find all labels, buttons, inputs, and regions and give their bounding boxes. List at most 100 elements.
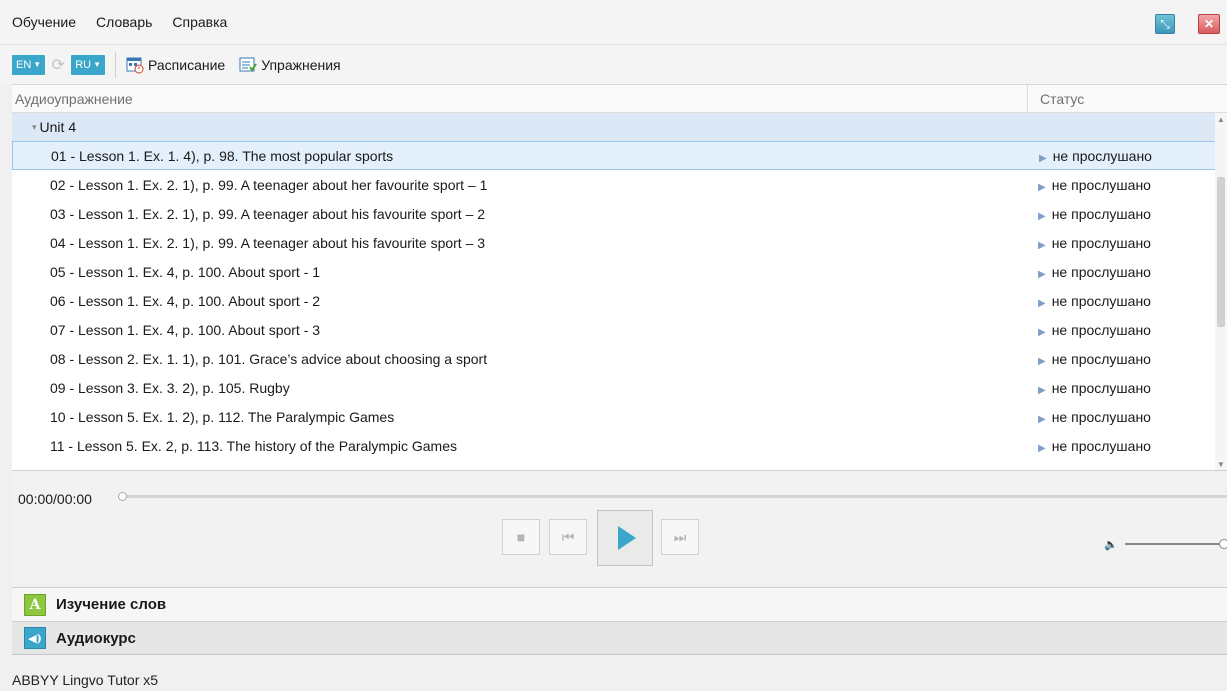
table-row[interactable]: 05 - Lesson 1. Ex. 4, p. 100. About spor… (12, 257, 1227, 286)
exercises-button[interactable]: Упражнения (239, 56, 341, 74)
scroll-up-icon[interactable]: ▲ (1217, 115, 1225, 124)
volume-icon: 🔈 (1104, 539, 1118, 551)
toolbar: EN ▼ ⟳ RU ▼ Расписание Упражнения (0, 44, 1227, 84)
table-row[interactable]: 08 - Lesson 2. Ex. 1. 1), p. 101. Grace’… (12, 344, 1227, 373)
play-icon[interactable]: ▶ (1038, 356, 1046, 367)
exercise-status: ▶ не прослушано (1029, 148, 1226, 164)
play-icon[interactable]: ▶ (1039, 153, 1047, 164)
schedule-label: Расписание (148, 56, 226, 73)
column-header-status[interactable]: Статус (1028, 85, 1227, 112)
audio-course-label: Аудиокурс (56, 629, 136, 647)
restore-icon: ⤡ (1160, 16, 1170, 31)
exercise-status: ▶ не прослушано (1028, 322, 1227, 338)
play-icon[interactable]: ▶ (1038, 414, 1046, 425)
seek-bar[interactable] (118, 492, 1227, 501)
chevron-down-icon: ▼ (93, 60, 102, 69)
status-label: не прослушано (1051, 205, 1151, 222)
target-language-button[interactable]: RU ▼ (71, 54, 106, 75)
chevron-down-icon[interactable]: ▾ (32, 122, 37, 133)
status-label: не прослушано (1051, 321, 1151, 338)
calendar-icon (126, 57, 144, 73)
exercise-name: 11 - Lesson 5. Ex. 2, p. 113. The histor… (50, 437, 457, 454)
status-label: не прослушано (1051, 234, 1151, 251)
column-header-exercise[interactable]: Аудиоупражнение (12, 85, 1028, 112)
words-learning-panel[interactable]: A Изучение слов (12, 587, 1227, 621)
skip-forward-icon: ⏭ (673, 528, 687, 545)
table-header: Аудиоупражнение Статус (12, 85, 1227, 113)
status-label: не прослушано (1052, 147, 1152, 164)
audio-course-panel[interactable]: ◀) Аудиокурс (12, 621, 1227, 655)
chevron-down-icon: ▼ (33, 60, 42, 69)
table-row[interactable]: 06 - Lesson 1. Ex. 4, p. 100. About spor… (12, 286, 1227, 315)
menu-bar: Обучение Словарь Справка ⤡ ✕ (0, 0, 1227, 44)
toolbar-divider (115, 51, 117, 78)
menu-help[interactable]: Справка (172, 14, 227, 30)
scroll-down-icon[interactable]: ▼ (1217, 460, 1225, 469)
menu-dictionary[interactable]: Словарь (96, 14, 152, 30)
play-icon[interactable]: ▶ (1038, 298, 1046, 309)
play-icon[interactable]: ▶ (1038, 327, 1046, 338)
time-display: 00:00/00:00 (18, 491, 92, 507)
restore-window-button[interactable]: ⤡ (1155, 14, 1175, 34)
volume-slider[interactable] (1125, 539, 1227, 549)
status-label: не прослушано (1051, 408, 1151, 425)
table-row[interactable]: 12 - Lesson 5. Ex. 3. 1), p. 113. The Pa… (12, 460, 1227, 471)
source-language-label: EN (16, 58, 32, 71)
audio-player: 00:00/00:00 ■ ⏮ ⏭ 🔈 (12, 470, 1227, 584)
close-window-button[interactable]: ✕ (1198, 14, 1220, 34)
stop-icon: ■ (516, 529, 526, 545)
volume-handle[interactable] (1219, 539, 1227, 549)
status-label: не прослушано (1051, 263, 1151, 280)
source-language-button[interactable]: EN ▼ (12, 54, 46, 75)
play-icon[interactable]: ▶ (1038, 443, 1046, 454)
play-icon[interactable]: ▶ (1038, 269, 1046, 280)
stop-button[interactable]: ■ (502, 519, 540, 555)
table-rows: 01 - Lesson 1. Ex. 1. 4), p. 98. The mos… (12, 141, 1227, 470)
exercises-icon (239, 57, 258, 72)
exercise-status: ▶ не прослушано (1028, 235, 1227, 251)
exercise-name: 02 - Lesson 1. Ex. 2. 1), p. 99. A teena… (50, 176, 488, 193)
group-row-unit[interactable]: ▾ Unit 4 (12, 113, 1227, 141)
exercise-status: ▶ не прослушано (1028, 438, 1227, 454)
table-row[interactable]: 07 - Lesson 1. Ex. 4, p. 100. About spor… (12, 315, 1227, 344)
exercise-status: ▶ не прослушано (1028, 206, 1227, 222)
play-icon[interactable]: ▶ (1038, 385, 1046, 396)
table-row[interactable]: 02 - Lesson 1. Ex. 2. 1), p. 99. A teena… (12, 170, 1227, 199)
exercise-name: 09 - Lesson 3. Ex. 3. 2), p. 105. Rugby (50, 379, 290, 396)
exercise-name: 07 - Lesson 1. Ex. 4, p. 100. About spor… (50, 321, 321, 338)
exercise-status: ▶ не прослушано (1028, 293, 1227, 309)
play-icon[interactable]: ▶ (1038, 240, 1046, 251)
letter-a-icon: A (24, 593, 46, 616)
table-row[interactable]: 09 - Lesson 3. Ex. 3. 2), p. 105. Rugby ▶… (12, 373, 1227, 402)
seek-handle[interactable] (118, 492, 127, 501)
audio-exercises-table: Аудиоупражнение Статус ▾ Unit 4 01 - Les… (12, 84, 1227, 470)
status-bar: ABBYY Lingvo Tutor x5 (12, 672, 159, 688)
table-row[interactable]: 11 - Lesson 5. Ex. 2, p. 113. The histor… (12, 431, 1227, 460)
exercise-name: 06 - Lesson 1. Ex. 4, p. 100. About spor… (50, 292, 321, 309)
play-icon[interactable]: ▶ (1038, 182, 1046, 193)
next-button[interactable]: ⏭ (661, 519, 699, 555)
swap-languages-icon[interactable]: ⟳ (47, 55, 69, 75)
previous-button[interactable]: ⏮ (549, 519, 587, 555)
table-row[interactable]: 10 - Lesson 5. Ex. 1. 2), p. 112. The Pa… (12, 402, 1227, 431)
vertical-scrollbar[interactable]: ▲ ▼ (1215, 113, 1227, 470)
speaker-icon: ◀) (24, 627, 46, 649)
exercise-status: ▶ не прослушано (1028, 380, 1227, 396)
schedule-button[interactable]: Расписание (126, 56, 225, 74)
play-button[interactable] (597, 510, 653, 566)
menu-learning[interactable]: Обучение (12, 14, 76, 30)
exercise-name: 08 - Lesson 2. Ex. 1. 1), p. 101. Grace’… (50, 350, 488, 367)
status-label: не прослушано (1051, 379, 1151, 396)
status-label: не прослушано (1051, 176, 1151, 193)
exercise-name: 05 - Lesson 1. Ex. 4, p. 100. About spor… (50, 263, 321, 280)
target-language-label: RU (75, 58, 92, 71)
status-label: не прослушано (1051, 292, 1151, 309)
exercise-name: 10 - Lesson 5. Ex. 1. 2), p. 112. The Pa… (50, 408, 395, 425)
exercise-status: ▶ не прослушано (1028, 264, 1227, 280)
play-icon[interactable]: ▶ (1038, 211, 1046, 222)
scrollbar-thumb[interactable] (1217, 177, 1225, 327)
exercise-status: ▶ не прослушано (1028, 177, 1227, 193)
table-row[interactable]: 03 - Lesson 1. Ex. 2. 1), p. 99. A teena… (12, 199, 1227, 228)
table-row[interactable]: 04 - Lesson 1. Ex. 2. 1), p. 99. A teena… (12, 228, 1227, 257)
table-row[interactable]: 01 - Lesson 1. Ex. 1. 4), p. 98. The mos… (12, 141, 1227, 170)
